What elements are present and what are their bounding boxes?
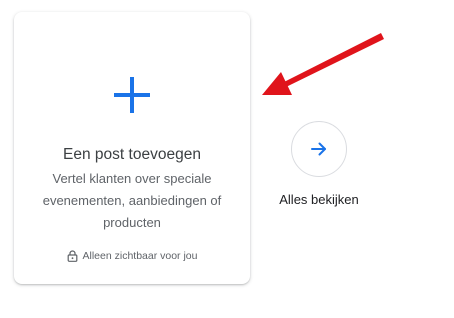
privacy-note-label: Alleen zichtbaar voor jou xyxy=(82,250,198,262)
privacy-note: Alleen zichtbaar voor jou xyxy=(14,250,250,262)
card-description: Vertel klanten over speciale evenementen… xyxy=(42,171,222,230)
lock-icon xyxy=(67,250,77,262)
annotation-arrow-head xyxy=(262,72,292,95)
add-post-card[interactable]: Een post toevoegen Vertel klanten over s… xyxy=(14,12,250,284)
view-all-label[interactable]: Alles bekijken xyxy=(262,192,376,207)
arrow-right-icon xyxy=(311,142,326,156)
posts-section: Een post toevoegen Vertel klanten over s… xyxy=(0,0,454,318)
card-title: Een post toevoegen xyxy=(63,146,201,163)
view-all-button[interactable] xyxy=(291,121,347,177)
plus-icon xyxy=(114,77,150,113)
annotation-arrow-shaft xyxy=(284,33,384,87)
